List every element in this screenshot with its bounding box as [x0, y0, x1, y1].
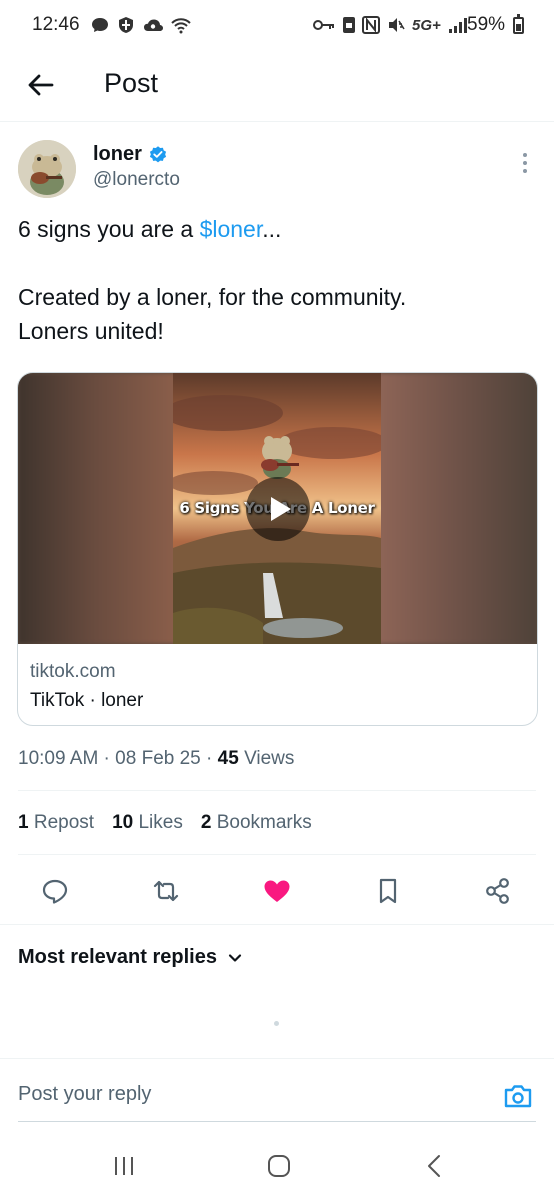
post-text-prefix: 6 signs you are a: [18, 216, 200, 242]
reply-input[interactable]: [18, 1083, 438, 1106]
post-date[interactable]: 08 Feb 25: [115, 748, 201, 769]
divider: [18, 790, 536, 791]
page-title: Post: [104, 68, 159, 98]
battery-percent: 59%: [467, 14, 506, 35]
post-line-2: Created by a loner, for the community.: [18, 284, 407, 310]
avatar[interactable]: [18, 140, 76, 198]
top-app-bar: Post: [0, 52, 554, 122]
reposts-label: Repost: [33, 812, 95, 833]
cloud-icon: [144, 19, 163, 31]
likes-count: 10: [112, 812, 134, 833]
bookmarks-count: 2: [200, 812, 212, 833]
video-thumbnail[interactable]: 6 Signs You Are A Loner: [18, 373, 537, 644]
message-icon: [92, 18, 108, 32]
verified-badge-icon: [149, 145, 166, 162]
reply-composer: [0, 1058, 554, 1124]
heart-icon[interactable]: [262, 876, 292, 906]
status-time: 12:46: [32, 14, 80, 35]
card-title: TikTok · loner: [30, 690, 144, 711]
loading-indicator: [274, 1021, 279, 1026]
network-type: 5G+: [412, 16, 441, 34]
post-time[interactable]: 10:09 AM: [18, 748, 98, 769]
post-meta: 10:09 AM · 08 Feb 25 · 45 Views: [18, 748, 295, 769]
views-count: 45: [217, 748, 239, 769]
likes-stat[interactable]: 10 Likes: [112, 812, 183, 834]
key-icon: [313, 20, 334, 30]
status-bar: 12:46 5G+ 59%: [0, 0, 554, 52]
link-card[interactable]: 6 Signs You Are A Loner tiktok.com TikTo…: [17, 372, 538, 726]
arrow-left-icon[interactable]: [24, 68, 58, 102]
status-system-icons: 5G+: [312, 15, 469, 35]
reply-icon[interactable]: [40, 876, 70, 906]
reply-underline: [18, 1121, 536, 1122]
post-text-suffix: ...: [262, 216, 282, 242]
shield-icon: [119, 17, 133, 33]
likes-label: Likes: [138, 812, 183, 833]
bookmarks-stat[interactable]: 2 Bookmarks: [201, 812, 312, 834]
bookmarks-label: Bookmarks: [216, 812, 312, 833]
views-label: Views: [244, 748, 295, 769]
post-line-1: 6 signs you are a $loner...: [18, 212, 538, 246]
replies-sort-label: Most relevant replies: [18, 946, 217, 968]
cashtag-link[interactable]: $loner: [200, 216, 263, 242]
post-line-3: Loners united!: [18, 318, 164, 344]
nfc-icon: [362, 16, 380, 34]
wifi-icon: [171, 18, 191, 34]
repost-icon[interactable]: [151, 876, 181, 906]
author-name-row: loner: [93, 143, 168, 166]
mute-icon: [389, 18, 405, 32]
author-handle[interactable]: @lonercto: [93, 169, 180, 191]
replies-sort-dropdown[interactable]: Most relevant replies: [18, 946, 243, 969]
system-nav-bar: [0, 1130, 554, 1200]
recent-apps-icon[interactable]: [109, 1152, 139, 1180]
battery-icon: [513, 14, 524, 34]
author-name[interactable]: loner: [93, 143, 142, 166]
engagement-stats: 1 Repost 10 Likes 2 Bookmarks: [18, 812, 312, 834]
play-icon[interactable]: [246, 477, 310, 541]
card-domain: tiktok.com: [30, 661, 116, 682]
more-vertical-icon[interactable]: [516, 150, 534, 176]
chevron-down-icon: [228, 953, 242, 962]
home-icon[interactable]: [264, 1152, 294, 1180]
signal-icon: [448, 18, 467, 33]
back-nav-icon[interactable]: [420, 1152, 450, 1180]
status-notification-icons: [90, 15, 192, 35]
reposts-stat[interactable]: 1 Repost: [18, 812, 94, 834]
post-text: 6 signs you are a $loner... Created by a…: [18, 212, 538, 348]
divider: [18, 854, 536, 855]
share-icon[interactable]: [483, 876, 513, 906]
phone-lock-icon: [343, 17, 355, 33]
post-blank-line: [18, 246, 538, 280]
reposts-count: 1: [18, 812, 29, 833]
divider: [0, 924, 554, 925]
bookmark-icon[interactable]: [373, 876, 403, 906]
action-bar: [0, 866, 554, 916]
camera-icon[interactable]: [502, 1081, 534, 1111]
frog-avatar-image: [18, 140, 76, 198]
